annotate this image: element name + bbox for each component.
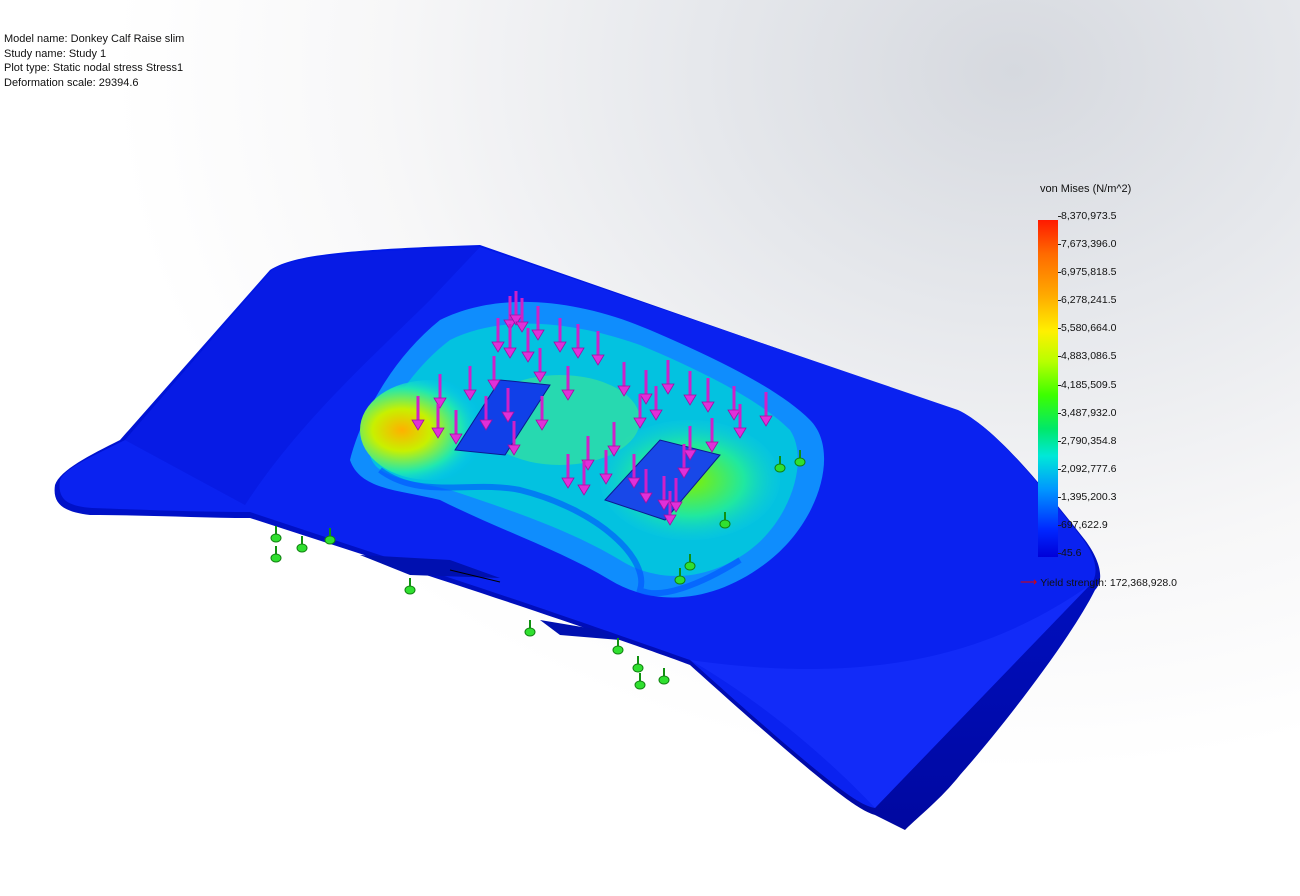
fixture-icon [634,672,646,690]
legend-tick-label: 2,092,777.6 [1057,462,1117,475]
legend-tick-label: 6,975,818.5 [1057,266,1117,279]
legend-tick-label: 2,790,354.8 [1057,434,1117,447]
fixture-icon [632,655,644,673]
legend-color-bar [1038,220,1058,557]
red-arrow-icon: ⟶ [1020,575,1038,589]
legend-tick-label: 697,622.9 [1058,518,1108,531]
legend-tick-label: 8,370,973.5 [1057,210,1117,222]
fixture-icon [270,545,282,563]
legend-tick-label: 3,487,932.0 [1057,406,1117,419]
legend-tick-label: 5,580,664.0 [1057,322,1117,335]
legend-tick-label: 4,185,509.5 [1057,378,1117,391]
legend-tick-label: 7,673,396.0 [1057,238,1117,251]
legend-tick-label: 1,395,200.3 [1057,490,1117,503]
fixture-icon [524,619,536,637]
yield-strength-label: Yield strength: 172,368,928.0 [1040,577,1178,589]
legend-title: von Mises (N/m^2) [1040,183,1132,195]
legend-tick-label: 6,278,241.5 [1057,294,1117,307]
fixture-icon [658,667,670,685]
yield-strength: ⟶ Yield strength: 172,368,928.0 [1020,575,1177,589]
fixture-icon [404,577,416,595]
legend-tick-label: 4,883,086.5 [1057,350,1117,363]
stress-plot-viewport[interactable] [0,0,1300,896]
legend-tick-label: 45.6 [1057,547,1082,559]
fixture-icon [296,535,308,553]
fixture-icon [270,525,282,543]
